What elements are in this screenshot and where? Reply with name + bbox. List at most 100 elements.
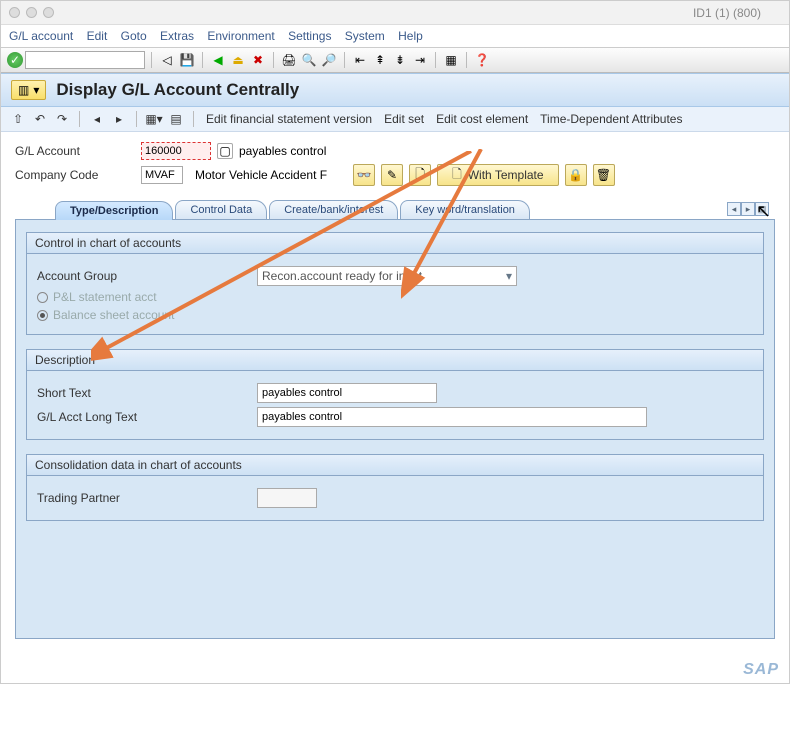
sap-logo: SAP [1, 659, 789, 683]
panel-description: Description Short Text G/L Acct Long Tex… [26, 349, 764, 440]
short-text-input[interactable] [257, 383, 437, 403]
lock-button[interactable]: 🔒 [565, 164, 587, 186]
back-green-icon[interactable]: ◀ [209, 51, 227, 69]
standard-toolbar: ✓ ◁ 💾 ◀ ⏏ ✖ 🖨 🔍 🔎 ⇤ ⇞ ⇟ ⇥ ▦ ❓ [1, 48, 789, 73]
account-group-select[interactable]: Recon.account ready for input ▾ [257, 266, 517, 286]
long-text-label: G/L Acct Long Text [37, 410, 257, 424]
menu-system[interactable]: System [345, 29, 385, 43]
window-zoom-icon[interactable] [43, 7, 54, 18]
prev-page-icon[interactable]: ⇞ [371, 51, 389, 69]
nav-prev-icon[interactable]: ↶ [31, 110, 49, 128]
create-icon[interactable]: ▤ [167, 110, 185, 128]
tab-scroll-right-icon[interactable]: ▸ [741, 202, 755, 216]
gl-account-input[interactable] [141, 142, 211, 160]
menu-extras[interactable]: Extras [160, 29, 194, 43]
search-help-icon[interactable]: ▢ [217, 143, 233, 159]
window-title: ID1 (1) (800) [54, 6, 781, 20]
radio-pnl-label: P&L statement acct [53, 290, 157, 304]
window-titlebar: ID1 (1) (800) [1, 1, 789, 25]
lock-icon: 🔒 [568, 168, 583, 182]
menu-help[interactable]: Help [398, 29, 423, 43]
trash-icon: 🗑 [596, 168, 611, 182]
panel-control-chart: Control in chart of accounts Account Gro… [26, 232, 764, 335]
menu-goto[interactable]: Goto [121, 29, 147, 43]
menu-edit[interactable]: Edit [87, 29, 108, 43]
command-field[interactable] [25, 51, 145, 69]
enter-icon[interactable]: ✓ [7, 52, 23, 68]
first-page-icon[interactable]: ⇤ [351, 51, 369, 69]
tab-strip: Type/Description Control Data Create/ban… [15, 200, 775, 639]
radio-icon [37, 292, 48, 303]
nav-next-icon[interactable]: ↷ [53, 110, 71, 128]
exit-icon[interactable]: ⏏ [229, 51, 247, 69]
trading-partner-input[interactable] [257, 488, 317, 508]
window-minimize-icon[interactable] [26, 7, 37, 18]
page-title: Display G/L Account Centrally [56, 80, 299, 100]
app-toolbar: ⇧ ↶ ↷ ◂ ▸ ▦▾ ▤ Edit financial statement … [1, 107, 789, 132]
find-icon[interactable]: 🔍 [300, 51, 318, 69]
gl-account-text: payables control [239, 144, 326, 158]
window-close-icon[interactable] [9, 7, 20, 18]
separator [344, 52, 345, 68]
tab-create-bank-interest[interactable]: Create/bank/interest [269, 200, 398, 219]
menu-settings[interactable]: Settings [288, 29, 331, 43]
back-icon[interactable]: ◁ [158, 51, 176, 69]
link-edit-financial-statement[interactable]: Edit financial statement version [206, 112, 372, 126]
link-edit-cost-element[interactable]: Edit cost element [436, 112, 528, 126]
link-edit-set[interactable]: Edit set [384, 112, 424, 126]
print-icon[interactable]: 🖨 [280, 51, 298, 69]
separator [202, 52, 203, 68]
separator [79, 111, 80, 127]
menu-gl-account[interactable]: G/L account [9, 29, 73, 43]
display-button[interactable]: 👓 [353, 164, 375, 186]
separator [466, 52, 467, 68]
separator [136, 111, 137, 127]
menubar: G/L account Edit Goto Extras Environment… [1, 25, 789, 48]
document-icon: 🗋 [452, 165, 462, 186]
last-icon[interactable]: ▸ [110, 110, 128, 128]
session-icon[interactable]: ▦ [442, 51, 460, 69]
last-page-icon[interactable]: ⇥ [411, 51, 429, 69]
save-icon[interactable]: 💾 [178, 51, 196, 69]
separator [193, 111, 194, 127]
cancel-icon[interactable]: ✖ [249, 51, 267, 69]
dropdown-icon: ▾ [33, 83, 39, 97]
other-entry-icon[interactable]: ▦▾ [145, 110, 163, 128]
panel-description-title: Description [27, 350, 763, 371]
separator [435, 52, 436, 68]
separator [273, 52, 274, 68]
separator [151, 52, 152, 68]
company-code-label: Company Code [15, 168, 135, 182]
menu-environment[interactable]: Environment [207, 29, 274, 43]
overview-icon: ▥ [18, 83, 29, 97]
account-group-label: Account Group [37, 269, 257, 283]
company-code-input[interactable] [141, 166, 183, 184]
radio-icon [37, 310, 48, 321]
tab-pane: Control in chart of accounts Account Gro… [15, 219, 775, 639]
link-time-dependent-attributes[interactable]: Time-Dependent Attributes [540, 112, 682, 126]
help-icon[interactable]: ❓ [473, 51, 491, 69]
chevron-down-icon: ▾ [506, 269, 512, 283]
with-template-button[interactable]: 🗋 With Template [437, 164, 558, 186]
app-badge[interactable]: ▥ ▾ [11, 80, 46, 100]
document-icon: 🗋 [415, 165, 425, 186]
app-header: ▥ ▾ Display G/L Account Centrally [1, 73, 789, 107]
find-next-icon[interactable]: 🔎 [320, 51, 338, 69]
nav-up-icon[interactable]: ⇧ [9, 110, 27, 128]
tab-type-description[interactable]: Type/Description [55, 201, 173, 220]
create-button[interactable]: 🗋 [409, 164, 431, 186]
company-code-text: Motor Vehicle Accident F [195, 168, 327, 182]
delete-button[interactable]: 🗑 [593, 164, 615, 186]
tab-scroll-left-icon[interactable]: ◂ [727, 202, 741, 216]
panel-consolidation: Consolidation data in chart of accounts … [26, 454, 764, 521]
radio-pnl-statement[interactable]: P&L statement acct [37, 290, 157, 304]
tab-control-data[interactable]: Control Data [175, 200, 267, 219]
first-icon[interactable]: ◂ [88, 110, 106, 128]
edit-button[interactable]: ✎ [381, 164, 403, 186]
long-text-input[interactable] [257, 407, 647, 427]
trading-partner-label: Trading Partner [37, 491, 257, 505]
next-page-icon[interactable]: ⇟ [391, 51, 409, 69]
radio-balance-sheet[interactable]: Balance sheet account [37, 308, 174, 322]
tab-key-word-translation[interactable]: Key word/translation [400, 200, 530, 219]
mouse-cursor-icon: ↖ [756, 201, 771, 222]
